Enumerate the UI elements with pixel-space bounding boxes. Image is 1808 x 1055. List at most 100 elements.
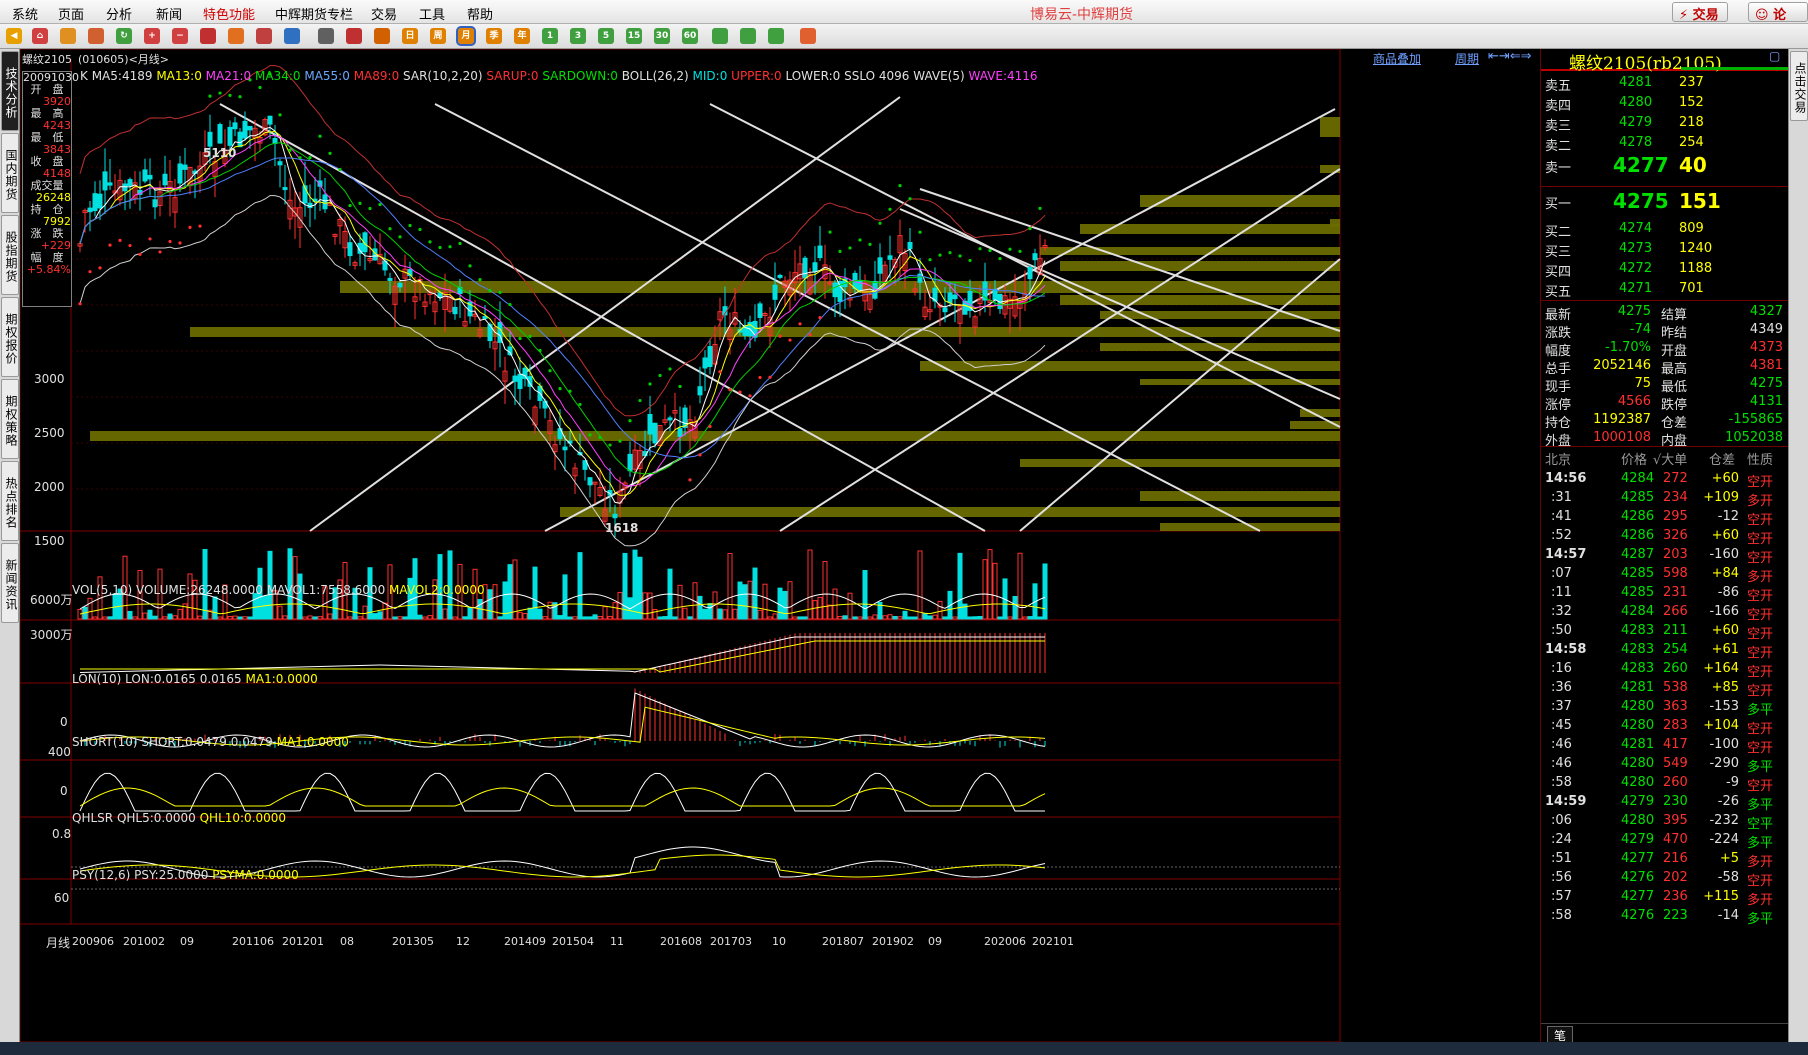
sar-dot <box>708 424 712 429</box>
calendar-icon[interactable] <box>800 28 816 44</box>
brush-icon[interactable] <box>228 28 244 44</box>
menu-zhonghui-column[interactable]: 中辉期货专栏 <box>275 4 353 23</box>
stat-value: 2052146 <box>1593 358 1651 373</box>
sar-dot <box>278 113 282 117</box>
candle-body <box>777 274 783 278</box>
sar-dot <box>1008 247 1012 251</box>
candle-body <box>587 477 593 486</box>
tick-header-volume: √大单 <box>1653 453 1688 468</box>
period-3-button[interactable]: 3 <box>570 28 586 44</box>
zoom-in-icon[interactable]: + <box>144 28 160 44</box>
refresh-icon[interactable]: ↻ <box>116 28 132 44</box>
tab-options-strategy[interactable]: 期权策略 <box>1 379 19 459</box>
forum-button[interactable]: ☺ 论坛 <box>1748 2 1808 42</box>
stat-row: 外盘 1000108 内盘 1052038 <box>1541 428 1789 449</box>
line-chart-icon[interactable] <box>346 28 362 44</box>
tick-time: 14:56 <box>1545 471 1587 486</box>
bid-row: 买四 4272 1188 <box>1541 259 1789 280</box>
tab-index-futures[interactable]: 股指期货 <box>1 215 19 295</box>
home-icon[interactable]: ⌂ <box>32 28 48 44</box>
period-4h-icon[interactable] <box>740 28 756 44</box>
period-5-button[interactable]: 5 <box>598 28 614 44</box>
filter-icon[interactable] <box>256 28 272 44</box>
period-y-icon[interactable] <box>768 28 784 44</box>
tick-time: :07 <box>1551 566 1572 581</box>
sar-dot <box>848 246 852 250</box>
tab-click-trade[interactable]: 点击交易 <box>1790 51 1808 121</box>
candle-body <box>612 513 618 519</box>
overlay-link[interactable]: 商品叠加 <box>1373 50 1421 67</box>
tick-row: :51 4277 216 +5 多开 <box>1541 849 1789 870</box>
week-icon[interactable]: 周 <box>430 28 446 44</box>
tick-row: :56 4276 202 -58 空开 <box>1541 868 1789 889</box>
candle-body <box>242 120 248 139</box>
psy-psy: PSY:25.0000 <box>134 868 209 882</box>
tab-domestic-futures[interactable]: 国内期货 <box>1 133 19 213</box>
period-60-button[interactable]: 60 <box>682 28 698 44</box>
folder-icon[interactable] <box>88 28 104 44</box>
qhlsr-tick: 0.8 <box>52 827 72 841</box>
x-axis-tick: 201002 <box>123 935 165 948</box>
period-1-button[interactable]: 1 <box>542 28 558 44</box>
menu-system[interactable]: 系统 <box>12 4 38 23</box>
month-icon[interactable]: 月 <box>456 26 476 46</box>
sar-dot <box>128 243 132 248</box>
volume-bar <box>737 581 743 620</box>
tick-volume: 230 <box>1663 794 1688 809</box>
period-30-label: 30 <box>655 31 669 41</box>
volume-bar <box>312 616 318 620</box>
tick-price: 4284 <box>1621 471 1655 486</box>
period-30-button[interactable]: 30 <box>654 28 670 44</box>
volume-bar <box>357 616 363 620</box>
volume-bar <box>517 611 523 620</box>
volume-bar <box>792 616 798 620</box>
volume-bar <box>867 616 873 620</box>
menu-trade[interactable]: 交易 <box>371 4 397 23</box>
menu-analysis[interactable]: 分析 <box>106 4 132 23</box>
tab-technical-analysis[interactable]: 技术分析 <box>1 51 19 131</box>
table-icon[interactable] <box>318 28 334 44</box>
new-icon[interactable] <box>284 28 300 44</box>
tick-price: 4283 <box>1621 661 1655 676</box>
zoom-out-icon[interactable]: − <box>172 28 188 44</box>
menu-news[interactable]: 新闻 <box>156 4 182 23</box>
ask-row-best: 卖一 4277 40 <box>1541 153 1789 177</box>
pen-icon[interactable] <box>200 28 216 44</box>
sar-dot <box>998 256 1002 261</box>
qhlsr-label: QHLSR <box>72 811 114 825</box>
chart-canvas[interactable] <box>20 49 1540 1042</box>
volume-bar <box>262 595 268 620</box>
period-link[interactable]: 周期 <box>1455 50 1479 67</box>
menu-page[interactable]: 页面 <box>58 4 84 23</box>
season-icon[interactable]: 季 <box>486 28 502 44</box>
volume-bar <box>922 613 928 620</box>
stat-row: 持仓 1192387 仓差 -155865 <box>1541 410 1789 431</box>
sar-dot <box>928 258 932 262</box>
quote-bottom-bar: 笔 <box>1541 1023 1789 1045</box>
volume-bar <box>1027 616 1033 620</box>
tick-icon[interactable] <box>374 28 390 44</box>
tick-volume: 231 <box>1663 585 1688 600</box>
volume-bar <box>612 602 618 620</box>
period-2h-icon[interactable] <box>712 28 728 44</box>
ask-label: 卖四 <box>1545 99 1572 114</box>
menu-tools[interactable]: 工具 <box>419 4 445 23</box>
menu-featured[interactable]: 特色功能 <box>203 4 255 23</box>
tab-click-trade-label: 点击交易 <box>1793 62 1807 114</box>
tab-news[interactable]: 新闻资讯 <box>1 543 19 623</box>
tab-hot-ranking[interactable]: 热点排名 <box>1 461 19 541</box>
book-icon[interactable] <box>60 28 76 44</box>
maximize-icon[interactable]: ▢ <box>1769 49 1780 63</box>
year-icon[interactable]: 年 <box>514 28 530 44</box>
tick-volume: 538 <box>1663 680 1688 695</box>
chart-area[interactable]: 螺纹2105 (010605)<月线> 商品叠加 周期 ⇤⇥⇐⇒ K MA5:4… <box>20 49 1540 1042</box>
tick-price: 4276 <box>1621 870 1655 885</box>
menu-help[interactable]: 帮助 <box>467 4 493 23</box>
tab-options-quotes[interactable]: 期权报价 <box>1 297 19 377</box>
period-15-button[interactable]: 15 <box>626 28 642 44</box>
nav-arrows-icon[interactable]: ⇤⇥⇐⇒ <box>1488 49 1532 64</box>
stat-value: -74 <box>1629 322 1651 337</box>
day-icon[interactable]: 日 <box>402 28 418 44</box>
back-icon[interactable]: ◀ <box>6 28 22 44</box>
trade-button[interactable]: ⚡ 交易 <box>1672 2 1728 23</box>
